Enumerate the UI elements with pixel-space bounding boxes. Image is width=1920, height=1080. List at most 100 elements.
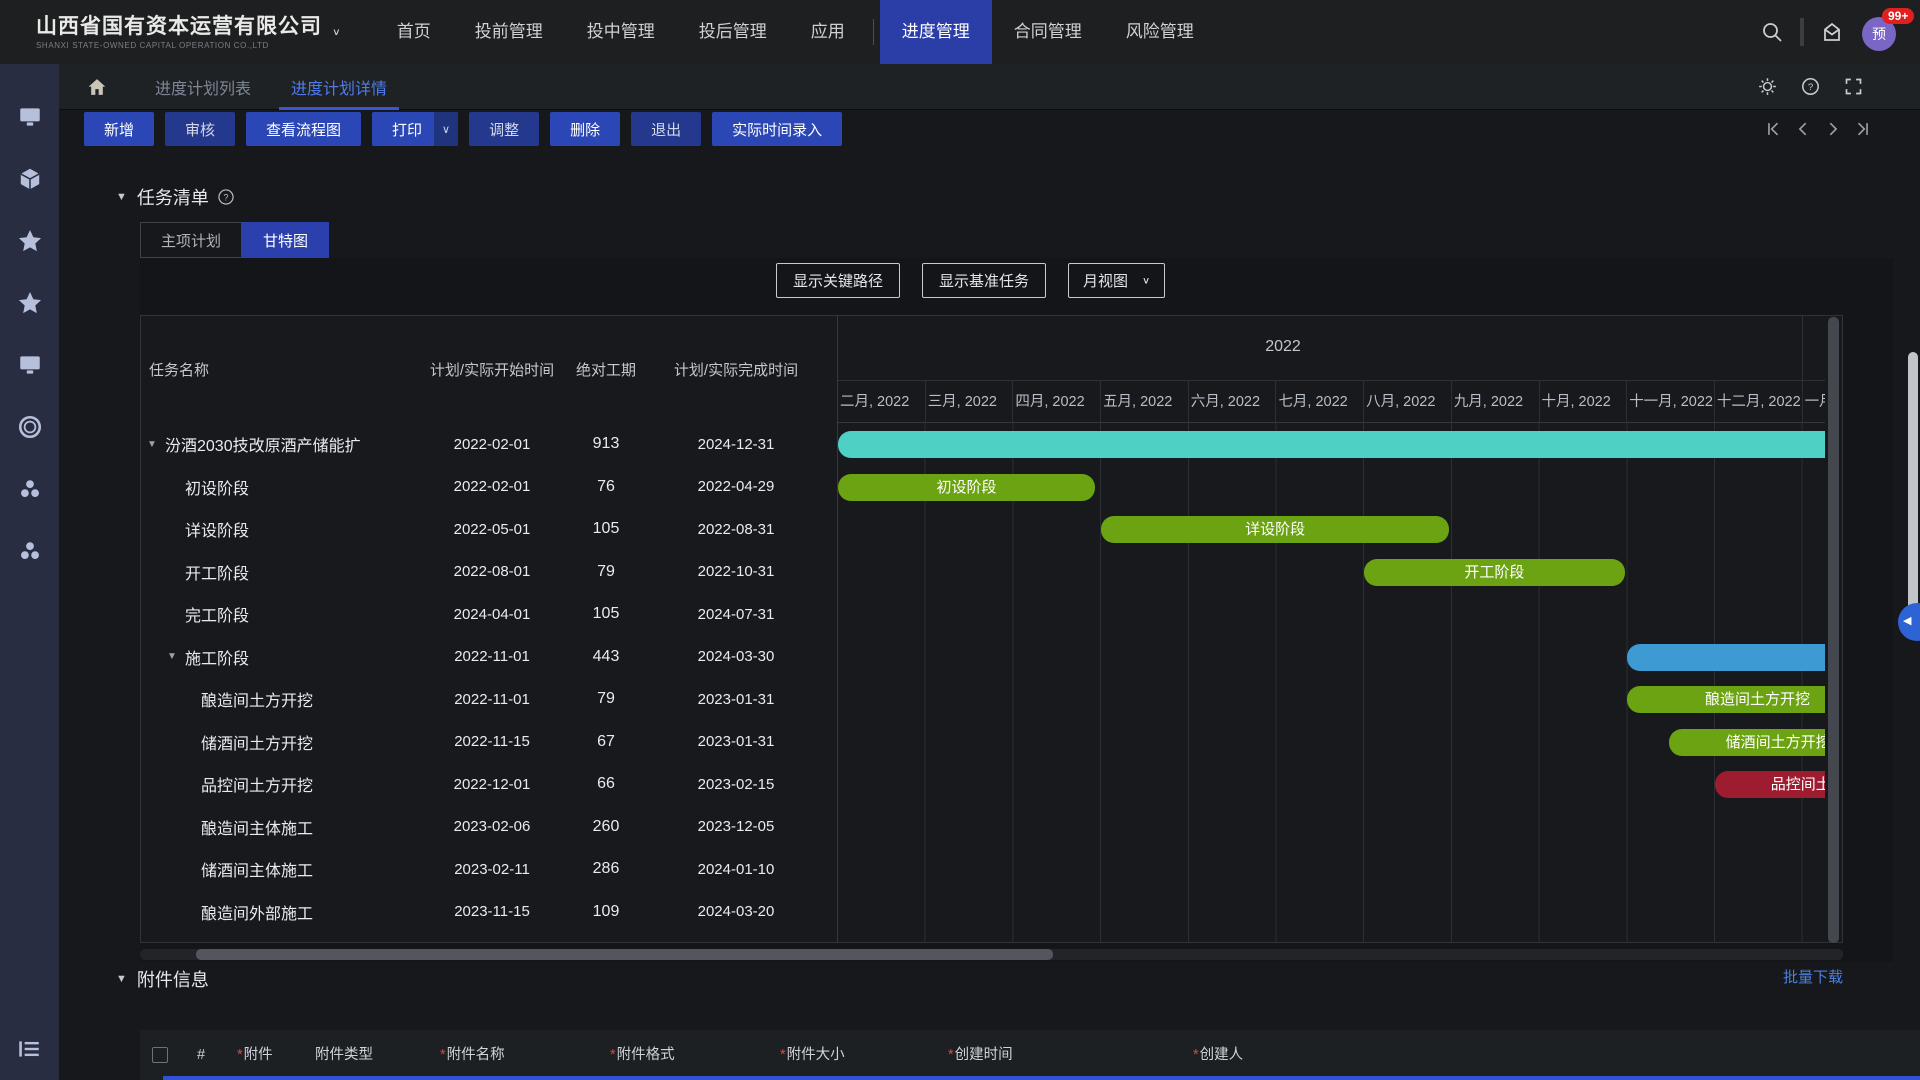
chevron-down-icon[interactable]: ∨ xyxy=(434,112,458,146)
gantt-row: 详设阶段 xyxy=(838,508,1825,551)
table-row[interactable]: ▼施工阶段2022-11-014432024-03-30 xyxy=(141,636,837,679)
prev-page-button[interactable] xyxy=(1794,120,1812,138)
page-tab[interactable]: 进度计划详情 xyxy=(271,64,407,110)
table-row[interactable]: 开工阶段2022-08-01792022-10-31 xyxy=(141,551,837,594)
batch-download-link[interactable]: 批量下载 xyxy=(1768,966,1843,987)
nav-menu-item[interactable]: 风险管理 xyxy=(1104,0,1216,64)
nav-menu-item[interactable]: 合同管理 xyxy=(992,0,1104,64)
chevron-down-icon[interactable]: ∨ xyxy=(332,26,341,37)
gantt-row: 开工阶段 xyxy=(838,551,1825,594)
star-icon[interactable] xyxy=(17,228,43,254)
toolbar-button-label: 审核 xyxy=(185,119,215,140)
collapse-caret-icon[interactable]: ▼ xyxy=(116,973,127,985)
gantt-bar[interactable]: 详设阶段 xyxy=(1101,516,1449,543)
gantt-hscroll-thumb[interactable] xyxy=(196,949,1053,960)
subtab[interactable]: 甘特图 xyxy=(242,222,329,258)
theme-icon[interactable] xyxy=(1757,76,1778,97)
gantt-bar[interactable]: 品控间土方开挖 xyxy=(1715,771,1825,798)
table-row[interactable]: 品控间土方开挖2022-12-01662023-02-15 xyxy=(141,763,837,806)
collapse-caret-icon[interactable]: ▼ xyxy=(116,191,127,203)
company-logo[interactable]: 山西省国有资本运营有限公司 SHANXI STATE-OWNED CAPITAL… xyxy=(36,15,341,50)
task-duration-cell: 76 xyxy=(571,478,641,496)
right-drawer-handle[interactable]: ◀ xyxy=(1898,603,1920,641)
gantt-vertical-scrollbar[interactable] xyxy=(1828,317,1839,943)
task-name-cell: 酿造间外部施工 xyxy=(141,900,413,924)
first-page-button[interactable] xyxy=(1764,120,1782,138)
table-row[interactable]: 酿造间土方开挖2022-11-01792023-01-31 xyxy=(141,678,837,721)
task-end-cell: 2022-04-29 xyxy=(641,478,831,495)
nav-menu-item[interactable]: 应用 xyxy=(789,0,867,64)
subtab[interactable]: 主项计划 xyxy=(140,222,242,258)
toolbar-button[interactable]: 查看流程图 xyxy=(246,112,361,146)
record-circle-icon[interactable] xyxy=(17,414,43,440)
gantt-bar[interactable]: 开工阶段 xyxy=(1364,559,1624,586)
table-row[interactable]: 储酒间土方开挖2022-11-15672023-01-31 xyxy=(141,721,837,764)
task-duration-cell: 913 xyxy=(571,435,641,453)
gantt-row xyxy=(838,636,1825,679)
select-all-checkbox[interactable] xyxy=(152,1047,168,1063)
view-mode-select[interactable]: 月视图 ∨ xyxy=(1068,263,1165,298)
task-duration-cell: 109 xyxy=(571,903,641,921)
last-page-button[interactable] xyxy=(1854,120,1872,138)
table-row[interactable]: 初设阶段2022-02-01762022-04-29 xyxy=(141,466,837,509)
task-end-cell: 2023-12-05 xyxy=(641,818,831,835)
required-asterisk: * xyxy=(440,1047,446,1063)
cube-icon[interactable] xyxy=(17,166,43,192)
toolbar-button-label: 调整 xyxy=(489,119,519,140)
gantt-month-cell: 六月, 2022 xyxy=(1189,381,1277,423)
gantt-bar[interactable]: 酿造间土方开挖 xyxy=(1627,686,1825,713)
toolbar-button[interactable]: 退出 xyxy=(631,112,701,146)
nav-menu-item[interactable]: 投前管理 xyxy=(453,0,565,64)
table-row[interactable]: 酿造间主体施工2023-02-062602023-12-05 xyxy=(141,806,837,849)
toolbar-button[interactable]: 删除 xyxy=(550,112,620,146)
toolbar-button[interactable]: 实际时间录入 xyxy=(712,112,842,146)
nav-menu-item[interactable]: 投后管理 xyxy=(677,0,789,64)
gantt-control-button[interactable]: 显示基准任务 xyxy=(922,263,1046,298)
message-icon[interactable] xyxy=(1820,20,1844,44)
search-icon[interactable] xyxy=(1760,20,1784,44)
monitor-icon[interactable] xyxy=(17,104,43,130)
gantt-bar[interactable] xyxy=(838,431,1825,458)
table-row[interactable]: ▼汾酒2030技改原酒产储能扩2022-02-019132024-12-31 xyxy=(141,423,837,466)
task-duration-cell: 67 xyxy=(571,733,641,751)
attachments-hscroll-thumb[interactable] xyxy=(163,1076,1920,1080)
gantt-bar[interactable]: 储酒间土方开挖 xyxy=(1669,729,1825,756)
team-icon[interactable] xyxy=(17,476,43,502)
gantt-bar[interactable]: 初设阶段 xyxy=(838,474,1095,501)
toolbar-button[interactable]: 新增 xyxy=(84,112,154,146)
left-sidebar xyxy=(0,64,59,1080)
attachment-col-label: 附件名称 xyxy=(447,1047,505,1063)
section-help-icon[interactable]: ? xyxy=(217,188,235,206)
attachment-col-label: 附件 xyxy=(244,1047,273,1063)
page-scrollbar-thumb[interactable] xyxy=(1908,352,1918,632)
task-duration-cell: 105 xyxy=(571,605,641,623)
chevron-left-icon: ◀ xyxy=(1903,614,1911,627)
screen-icon[interactable] xyxy=(17,352,43,378)
next-page-button[interactable] xyxy=(1824,120,1842,138)
table-row[interactable]: 储酒间主体施工2023-02-112862024-01-10 xyxy=(141,848,837,891)
toolbar-button[interactable]: 打印∨ xyxy=(372,112,458,146)
nav-menu-item[interactable]: 首页 xyxy=(375,0,453,64)
home-icon[interactable] xyxy=(87,77,107,97)
nav-menu-item[interactable]: 进度管理 xyxy=(880,0,992,64)
row-caret-icon[interactable]: ▼ xyxy=(147,439,165,450)
task-duration-cell: 443 xyxy=(571,648,641,666)
fullscreen-icon[interactable] xyxy=(1843,76,1864,97)
team-icon-2[interactable] xyxy=(17,538,43,564)
gantt-control-button[interactable]: 显示关键路径 xyxy=(776,263,900,298)
task-name: 初设阶段 xyxy=(185,475,249,499)
breadcrumb-tabbar: 进度计划列表进度计划详情 ? xyxy=(59,64,1920,110)
collapse-menu-icon[interactable] xyxy=(16,1036,42,1062)
help-icon[interactable]: ? xyxy=(1800,76,1821,97)
table-row[interactable]: 详设阶段2022-05-011052022-08-31 xyxy=(141,508,837,551)
star-icon-2[interactable] xyxy=(17,290,43,316)
toolbar-button[interactable]: 审核 xyxy=(165,112,235,146)
table-row[interactable]: 酿造间外部施工2023-11-151092024-03-20 xyxy=(141,891,837,934)
nav-menu-item[interactable]: 投中管理 xyxy=(565,0,677,64)
gantt-bar[interactable] xyxy=(1627,644,1825,671)
gantt-plot: 初设阶段详设阶段开工阶段酿造间土方开挖储酒间土方开挖品控间土方开挖 xyxy=(838,423,1825,942)
toolbar-button[interactable]: 调整 xyxy=(469,112,539,146)
table-row[interactable]: 完工阶段2024-04-011052024-07-31 xyxy=(141,593,837,636)
page-tab[interactable]: 进度计划列表 xyxy=(135,64,271,110)
row-caret-icon[interactable]: ▼ xyxy=(167,651,185,662)
